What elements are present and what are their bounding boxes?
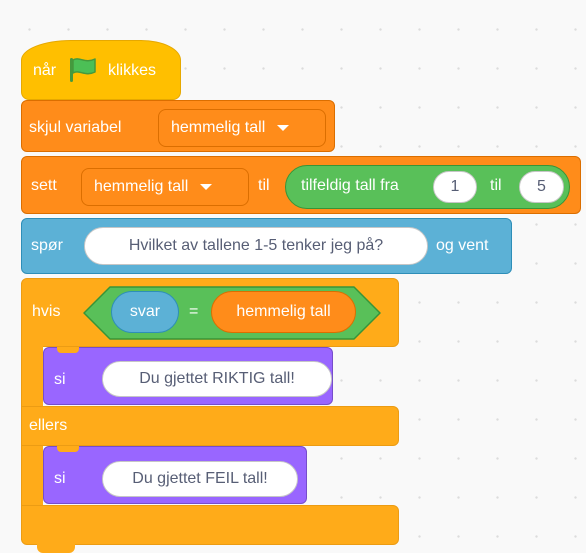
hide-variable-label: skjul variabel [29,119,122,136]
secret-number-reporter[interactable]: hemmelig tall [211,291,356,333]
if-else-bottom-arm [21,505,399,545]
ask-suffix-label: og vent [436,237,489,254]
random-to-input[interactable]: 5 [519,171,564,203]
clicked-label: klikkes [108,62,157,79]
set-label: sett [31,177,57,194]
random-to-label: til [490,177,502,194]
say-correct-input[interactable]: Du gjettet RIKTIG tall! [102,361,332,397]
equals-symbol: = [189,303,199,320]
hide-variable-dropdown-value: hemmelig tall [171,119,266,136]
if-label: hvis [32,303,61,320]
else-label: ellers [29,417,68,434]
when-label: når [33,62,57,79]
random-label: tilfeldig tall fra [301,177,399,194]
ask-question-input[interactable]: Hvilket av tallene 1-5 tenker jeg på? [84,227,428,265]
block-notch [57,446,79,452]
else-section [21,406,399,446]
random-from-input[interactable]: 1 [433,171,477,203]
bottom-tab [37,544,75,553]
answer-reporter[interactable]: svar [111,291,179,333]
ask-label: spør [31,237,63,254]
say-label: si [54,371,66,388]
say-wrong-input[interactable]: Du gjettet FEIL tall! [102,461,298,497]
hide-variable-dropdown[interactable]: hemmelig tall [158,109,326,147]
set-to-label: til [258,177,270,194]
chevron-down-icon [200,184,213,190]
green-flag-icon [67,56,101,84]
block-notch [57,347,79,353]
chevron-down-icon [277,125,290,131]
set-variable-dropdown[interactable]: hemmelig tall [81,168,249,206]
set-variable-dropdown-value: hemmelig tall [94,178,189,195]
say-label: si [54,470,66,487]
